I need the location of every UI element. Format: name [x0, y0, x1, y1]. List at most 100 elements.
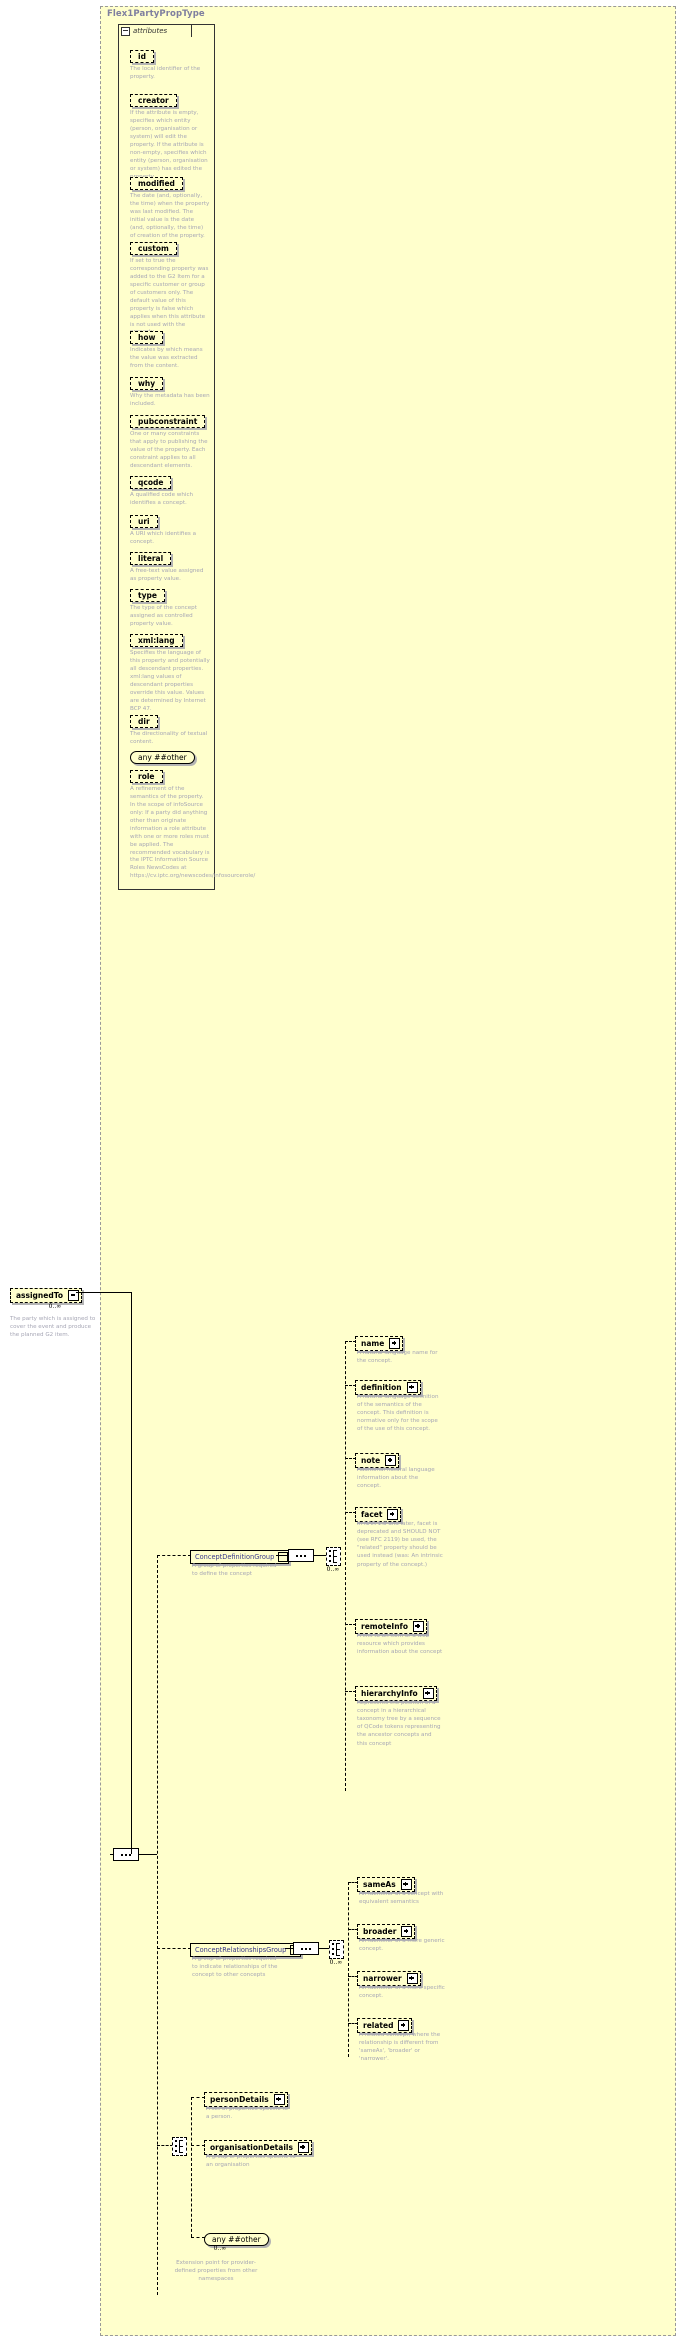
attribute-description: The local identifier of the property. [130, 66, 201, 80]
attribute-name[interactable]: qcode [130, 476, 172, 489]
attributes-label: attributes [133, 27, 168, 35]
attribute-name[interactable]: id [130, 50, 154, 63]
assignedTo-cardinality: 0..∞ [48, 1303, 62, 1310]
connector-line [345, 1341, 346, 1791]
conceptDefinitionGroup-cardinality: 0..∞ [326, 1566, 340, 1573]
element-remoteInfo[interactable]: remoteInfo [355, 1614, 427, 1634]
attribute-name[interactable]: uri [130, 515, 158, 528]
sequence-node[interactable] [290, 1942, 322, 1955]
element-organisationDetails[interactable]: organisationDetails [204, 2135, 312, 2155]
hierarchyInfo-description: Represents the position of a concept in … [357, 1700, 441, 1747]
element-narrower[interactable]: narrower [357, 1966, 421, 1986]
attribute-how[interactable]: how Indicates by which means the value w… [130, 325, 210, 371]
element-any-other-extension[interactable]: any ##other [204, 2227, 269, 2246]
group-conceptRelationships[interactable]: ConceptRelationshipsGroup [190, 1937, 302, 1957]
attribute-name[interactable]: why [130, 377, 164, 390]
connector-line [131, 1292, 132, 1854]
attribute-type[interactable]: type The type of the concept assigned as… [130, 583, 210, 629]
expand-toggle-icon[interactable] [406, 1973, 418, 1984]
sequence-node[interactable] [285, 1549, 317, 1562]
attribute-name[interactable]: modified [130, 177, 183, 190]
attributes-tab[interactable]: attributes [118, 24, 192, 37]
sequence-node[interactable] [110, 1848, 142, 1861]
assignedTo-box[interactable]: assignedTo [10, 1288, 82, 1303]
connector-line [316, 1555, 326, 1556]
note-description: Additional natural language information … [357, 1467, 435, 1490]
expand-toggle-icon[interactable] [387, 1509, 399, 1520]
attribute-why[interactable]: why Why the metadata has been included. [130, 371, 210, 409]
assignedTo-description: The party which is assigned to cover the… [10, 1316, 96, 1339]
attribute-creator[interactable]: creator If the attribute is empty, speci… [130, 88, 210, 181]
conceptDefinitionGroup-description: A group of properties required to define… [192, 1563, 277, 1578]
attribute-modified[interactable]: modified The date (and, optionally, the … [130, 171, 210, 241]
attribute-uri[interactable]: uri A URI which identifies a concept. [130, 509, 210, 547]
connector-line [76, 1292, 132, 1293]
connector-line [191, 2097, 192, 2237]
choice-node[interactable] [329, 1940, 344, 1959]
extension-cardinality: 0..∞ [213, 2245, 227, 2252]
attribute-pubconstraint[interactable]: pubconstraint One or many constraints th… [130, 409, 210, 471]
attribute-name[interactable]: custom [130, 242, 177, 255]
definition-description: A natural language definition of the sem… [357, 1394, 439, 1433]
attribute-description: One or many constraints that apply to pu… [130, 431, 208, 469]
expand-toggle-icon[interactable] [398, 2020, 410, 2031]
schema-diagram: Flex1PartyPropType attributes id The loc… [0, 0, 686, 2343]
attribute-xml-lang[interactable]: xml:lang Specifies the language of this … [130, 628, 210, 714]
choice-node[interactable] [326, 1547, 341, 1566]
attribute-name[interactable]: dir [130, 715, 158, 728]
broader-description: An identifier of a more generic concept. [359, 1938, 445, 1953]
expand-toggle-icon[interactable] [412, 1621, 424, 1632]
extension-description: Extension point for provider-defined pro… [174, 2260, 258, 2283]
attribute-role[interactable]: role A refinement of the semantics of th… [130, 764, 256, 881]
expand-toggle-icon[interactable] [389, 1338, 401, 1349]
attribute-dir[interactable]: dir The directionality of textual conten… [130, 709, 210, 747]
expand-toggle-icon[interactable] [278, 1552, 289, 1562]
element-related[interactable]: related [357, 2013, 413, 2033]
attribute-literal[interactable]: literal A free-text value assigned as pr… [130, 546, 210, 584]
conceptRelationshipsGroup-description: A group of properties required to indica… [192, 1956, 278, 1979]
element-sameAs[interactable]: sameAs [357, 1872, 415, 1892]
attribute-name[interactable]: type [130, 589, 165, 602]
element-name[interactable]: name [355, 1331, 404, 1351]
expand-toggle-icon[interactable] [400, 1879, 412, 1890]
expand-toggle-icon[interactable] [422, 1688, 434, 1699]
connector-line [348, 1882, 349, 2057]
connector-line [321, 1948, 329, 1949]
any-other-chip[interactable]: any ##other [130, 751, 195, 764]
attribute-description: Specifies the language of this property … [130, 650, 210, 712]
name-description: A natural language name for the concept. [357, 1350, 438, 1365]
page-title: Flex1PartyPropType [107, 9, 205, 19]
attribute-description: Indicates by which means the value was e… [130, 347, 203, 369]
element-assignedTo[interactable]: assignedTo [10, 1283, 82, 1303]
element-broader[interactable]: broader [357, 1919, 416, 1939]
connector-line [191, 2097, 205, 2098]
attribute-name[interactable]: pubconstraint [130, 415, 206, 428]
element-definition[interactable]: definition [355, 1375, 421, 1395]
expand-toggle-icon[interactable] [401, 1926, 413, 1937]
element-hierarchyInfo[interactable]: hierarchyInfo [355, 1681, 437, 1701]
attribute-custom[interactable]: custom If set to true the corresponding … [130, 236, 210, 337]
attribute-description: A refinement of the semantics of the pro… [130, 786, 256, 880]
attribute-name[interactable]: xml:lang [130, 634, 183, 647]
connector-line [157, 1555, 158, 2295]
attribute-any-other[interactable]: any ##other [130, 745, 195, 764]
attribute-id[interactable]: id The local identifier of the property. [130, 44, 210, 82]
connector-line [157, 1555, 191, 1556]
element-facet[interactable]: facet [355, 1502, 402, 1522]
expand-toggle-icon[interactable] [273, 2094, 285, 2105]
element-personDetails[interactable]: personDetails [204, 2087, 288, 2107]
attribute-qcode[interactable]: qcode A qualified code which identifies … [130, 470, 210, 508]
group-conceptDefinition[interactable]: ConceptDefinitionGroup [190, 1544, 290, 1564]
choice-node[interactable] [172, 2137, 187, 2156]
connector-line [157, 2145, 173, 2146]
connector-line [141, 1854, 157, 1855]
collapse-minus-icon[interactable] [121, 26, 130, 36]
expand-toggle-icon[interactable] [385, 1455, 397, 1466]
attribute-name[interactable]: how [130, 331, 164, 344]
attribute-name[interactable]: role [130, 770, 163, 783]
expand-toggle-icon[interactable] [297, 2142, 309, 2153]
attribute-name[interactable]: literal [130, 552, 172, 565]
expand-toggle-icon[interactable] [406, 1382, 418, 1393]
element-note[interactable]: note [355, 1448, 400, 1468]
attribute-name[interactable]: creator [130, 94, 177, 107]
